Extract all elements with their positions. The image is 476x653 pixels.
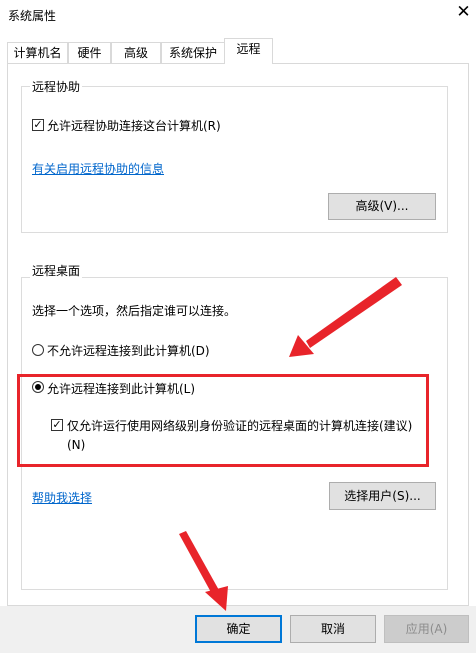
arrow-to-remote-desktop bbox=[289, 277, 402, 357]
arrow-to-ok-button bbox=[179, 531, 228, 611]
tab-remote[interactable]: 远程 bbox=[224, 38, 273, 64]
annotation-arrows bbox=[179, 277, 402, 611]
tab-label: 远程 bbox=[236, 42, 261, 56]
